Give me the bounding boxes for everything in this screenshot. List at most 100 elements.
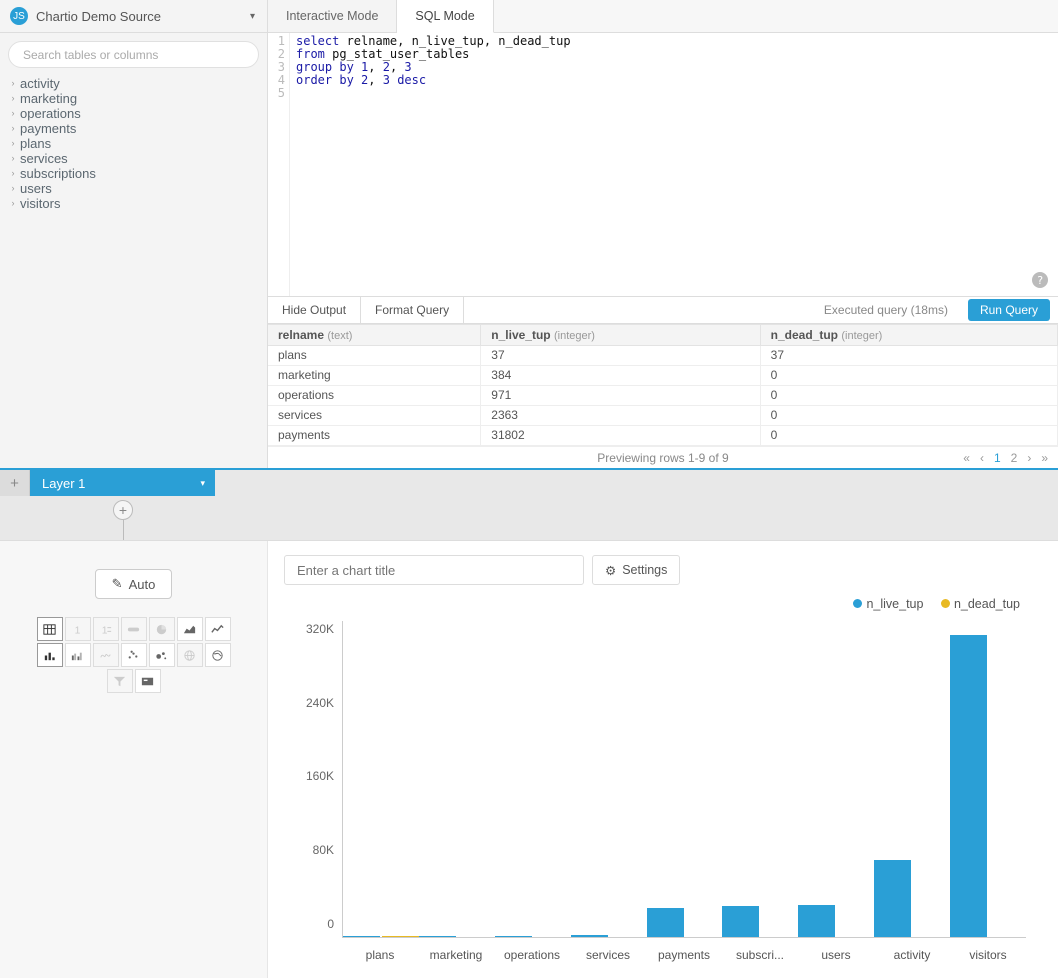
chart-panel: ⚙ Settings n_live_tup n_dead_tup 080K160… — [268, 541, 1058, 978]
wand-icon: ✎ — [112, 576, 123, 592]
sparkline-icon[interactable] — [93, 643, 119, 667]
col-n_live_tup[interactable]: n_live_tup (integer) — [481, 325, 760, 346]
chevron-right-icon: › — [6, 121, 20, 136]
bar-group — [722, 621, 798, 937]
x-tick: users — [798, 942, 874, 968]
pager-page-2[interactable]: 2 — [1011, 451, 1018, 465]
format-query-button[interactable]: Format Query — [361, 297, 464, 323]
help-icon[interactable]: ? — [1032, 272, 1048, 288]
x-tick: plans — [342, 942, 418, 968]
bar-group — [950, 621, 1026, 937]
bar-icon[interactable] — [37, 643, 63, 667]
pipeline-connector — [123, 520, 124, 540]
map-icon[interactable] — [205, 643, 231, 667]
tree-item-operations[interactable]: ›operations — [6, 106, 261, 121]
query-panel: Interactive Mode SQL Mode 12345 select r… — [268, 0, 1058, 468]
bar — [495, 936, 532, 937]
datasource-select[interactable]: JS Chartio Demo Source ▾ — [0, 0, 267, 33]
table-row: operations9710 — [268, 386, 1058, 406]
pager-prev[interactable]: ‹ — [980, 451, 984, 465]
tree-item-subscriptions[interactable]: ›subscriptions — [6, 166, 261, 181]
chevron-right-icon: › — [6, 181, 20, 196]
area-icon[interactable] — [177, 617, 203, 641]
caret-down-icon: ▾ — [250, 11, 255, 22]
legend-label-1: n_live_tup — [866, 597, 923, 611]
bar — [798, 905, 835, 938]
bar — [571, 935, 608, 937]
y-tick: 240K — [306, 696, 334, 710]
x-tick: services — [570, 942, 646, 968]
add-step-button[interactable]: + — [113, 500, 133, 520]
tree-item-plans[interactable]: ›plans — [6, 136, 261, 151]
tree-label: plans — [20, 136, 51, 151]
pie-icon[interactable] — [149, 617, 175, 641]
pager-page-1[interactable]: 1 — [994, 451, 1001, 465]
bar — [874, 860, 911, 937]
tab-interactive-mode[interactable]: Interactive Mode — [268, 0, 397, 32]
scatter-icon[interactable] — [121, 643, 147, 667]
datasource-icon: JS — [10, 7, 28, 25]
table-icon[interactable] — [37, 617, 63, 641]
add-layer-button[interactable]: + — [0, 470, 30, 496]
table-row: marketing3840 — [268, 366, 1058, 386]
bar-group — [874, 621, 950, 937]
search-input[interactable] — [8, 41, 259, 68]
chevron-right-icon: › — [6, 196, 20, 211]
schema-sidebar: JS Chartio Demo Source ▾ ›activity›marke… — [0, 0, 268, 468]
x-axis: plansmarketingoperationsservicespayments… — [342, 942, 1026, 968]
layer-tab[interactable]: Layer 1 ▾ — [30, 470, 215, 496]
legend-label-2: n_dead_tup — [954, 597, 1020, 611]
tree-item-visitors[interactable]: ›visitors — [6, 196, 261, 211]
svg-text:1: 1 — [102, 625, 108, 636]
schema-tree: ›activity›marketing›operations›payments›… — [0, 76, 267, 211]
bubble-icon[interactable] — [149, 643, 175, 667]
auto-chart-button[interactable]: ✎ Auto — [95, 569, 173, 599]
results-pager[interactable]: « ‹ 1 2 › » — [963, 451, 1048, 465]
chart-plot: 080K160K240K320K plansmarketingoperation… — [294, 615, 1032, 968]
sql-editor[interactable]: 12345 select relname, n_live_tup, n_dead… — [268, 33, 1058, 296]
legend-dot-1 — [853, 599, 862, 608]
caret-down-icon[interactable]: ▾ — [200, 478, 205, 489]
col-relname[interactable]: relname (text) — [268, 325, 481, 346]
gauge-icon[interactable] — [121, 617, 147, 641]
preview-rows-text: Previewing rows 1-9 of 9 — [597, 451, 728, 465]
grouped-bar-icon[interactable] — [65, 643, 91, 667]
chart-legend: n_live_tup n_dead_tup — [284, 595, 1042, 615]
x-tick: subscri... — [722, 942, 798, 968]
chart-title-input[interactable] — [284, 555, 584, 585]
settings-label: Settings — [622, 563, 667, 577]
tree-label: users — [20, 181, 52, 196]
bar — [647, 908, 684, 937]
run-query-button[interactable]: Run Query — [968, 299, 1050, 321]
table-row: plans3737 — [268, 346, 1058, 366]
bar-group — [571, 621, 647, 937]
pager-first[interactable]: « — [963, 451, 970, 465]
x-tick: visitors — [950, 942, 1026, 968]
tree-item-payments[interactable]: ›payments — [6, 121, 261, 136]
chevron-right-icon: › — [6, 91, 20, 106]
pager-next[interactable]: › — [1027, 451, 1031, 465]
gear-icon: ⚙ — [605, 563, 616, 578]
tree-item-services[interactable]: ›services — [6, 151, 261, 166]
execution-status: Executed query (18ms) — [812, 303, 960, 317]
single-value-icon[interactable]: 1 — [65, 617, 91, 641]
tree-item-marketing[interactable]: ›marketing — [6, 91, 261, 106]
x-tick: payments — [646, 942, 722, 968]
bar — [722, 906, 759, 937]
chart-settings-button[interactable]: ⚙ Settings — [592, 555, 680, 585]
col-n_dead_tup[interactable]: n_dead_tup (integer) — [760, 325, 1057, 346]
bullet-icon[interactable]: 1 — [93, 617, 119, 641]
line-icon[interactable] — [205, 617, 231, 641]
tree-item-users[interactable]: ›users — [6, 181, 261, 196]
tree-item-activity[interactable]: ›activity — [6, 76, 261, 91]
viz-card-icon[interactable] — [135, 669, 161, 693]
bar-group — [798, 621, 874, 937]
hide-output-button[interactable]: Hide Output — [268, 297, 361, 323]
y-axis: 080K160K240K320K — [294, 615, 340, 938]
viz-filter-icon[interactable] — [107, 669, 133, 693]
bar-group — [419, 621, 495, 937]
globe-icon[interactable] — [177, 643, 203, 667]
results-table: relname (text)n_live_tup (integer)n_dead… — [268, 324, 1058, 446]
tab-sql-mode[interactable]: SQL Mode — [397, 0, 493, 33]
pager-last[interactable]: » — [1041, 451, 1048, 465]
